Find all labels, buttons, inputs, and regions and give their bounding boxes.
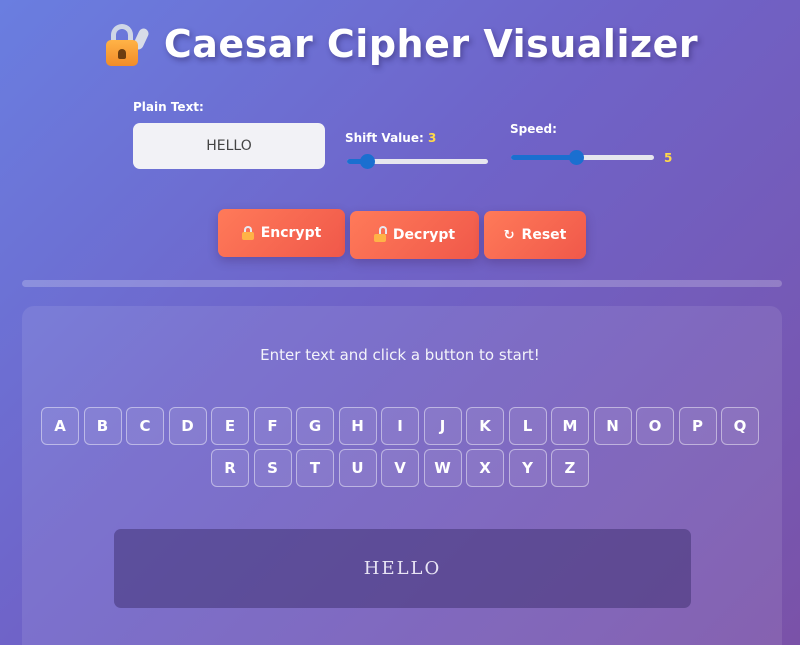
letter-cell-e: E bbox=[211, 407, 249, 445]
letter-cell-d: D bbox=[168, 407, 207, 445]
letter-cell-c: C bbox=[126, 407, 164, 445]
shift-value-readout: 3 bbox=[427, 131, 437, 145]
letter-cell-a: A bbox=[41, 407, 79, 445]
letter-cell-j: J bbox=[423, 407, 462, 445]
reset-label: Reset bbox=[521, 227, 567, 243]
speed-slider-fill bbox=[511, 155, 576, 160]
letter-cell-h: H bbox=[338, 407, 377, 445]
letter-cell-i: I bbox=[381, 407, 419, 445]
letter-cell-u: U bbox=[338, 449, 377, 487]
speed-label: Speed: bbox=[510, 122, 557, 136]
letter-cell-o: O bbox=[636, 407, 674, 445]
lock-icon bbox=[241, 226, 254, 240]
letter-cell-t: T bbox=[296, 449, 334, 487]
letter-cell-q: Q bbox=[721, 407, 759, 445]
alphabet-row-2: RSTUVWXYZ bbox=[0, 449, 800, 487]
letter-cell-z: Z bbox=[551, 449, 589, 487]
plain-text-input[interactable] bbox=[133, 123, 325, 169]
encrypt-button[interactable]: Encrypt bbox=[218, 209, 345, 257]
letter-cell-y: Y bbox=[508, 449, 547, 487]
shift-slider[interactable] bbox=[347, 152, 488, 170]
page-title: Caesar Cipher Visualizer bbox=[163, 22, 699, 66]
output-display: HELLO bbox=[114, 529, 691, 608]
letter-cell-k: K bbox=[466, 407, 504, 445]
lock-with-key-icon bbox=[102, 22, 151, 66]
letter-cell-v: V bbox=[381, 449, 419, 487]
divider bbox=[22, 280, 782, 287]
unlock-icon bbox=[373, 226, 387, 242]
plain-text-label: Plain Text: bbox=[133, 100, 204, 114]
letter-cell-s: S bbox=[253, 449, 292, 487]
decrypt-button[interactable]: Decrypt bbox=[350, 211, 479, 259]
letter-cell-x: X bbox=[466, 449, 504, 487]
speed-slider[interactable] bbox=[511, 148, 654, 166]
letter-cell-l: L bbox=[508, 407, 547, 445]
letter-cell-p: P bbox=[678, 407, 717, 445]
shift-slider-thumb[interactable] bbox=[360, 154, 375, 169]
refresh-icon: ↻ bbox=[503, 227, 515, 243]
decrypt-label: Decrypt bbox=[392, 227, 456, 243]
header: Caesar Cipher Visualizer bbox=[0, 22, 800, 66]
letter-cell-n: N bbox=[593, 407, 632, 445]
letter-cell-g: G bbox=[296, 407, 334, 445]
letter-cell-m: M bbox=[551, 407, 589, 445]
alphabet-row-1: ABCDEFGHIJKLMNOPQ bbox=[0, 407, 800, 445]
status-message: Enter text and click a button to start! bbox=[260, 346, 540, 364]
speed-slider-thumb[interactable] bbox=[569, 150, 584, 165]
letter-cell-b: B bbox=[83, 407, 122, 445]
letter-cell-f: F bbox=[253, 407, 292, 445]
letter-cell-w: W bbox=[423, 449, 462, 487]
letter-cell-r: R bbox=[211, 449, 249, 487]
reset-button[interactable]: ↻ Reset bbox=[484, 211, 586, 259]
shift-value-label: Shift Value: 3 bbox=[345, 131, 436, 145]
shift-label-text: Shift Value: bbox=[345, 131, 424, 145]
encrypt-label: Encrypt bbox=[260, 225, 322, 241]
speed-value-readout: 5 bbox=[664, 151, 673, 165]
